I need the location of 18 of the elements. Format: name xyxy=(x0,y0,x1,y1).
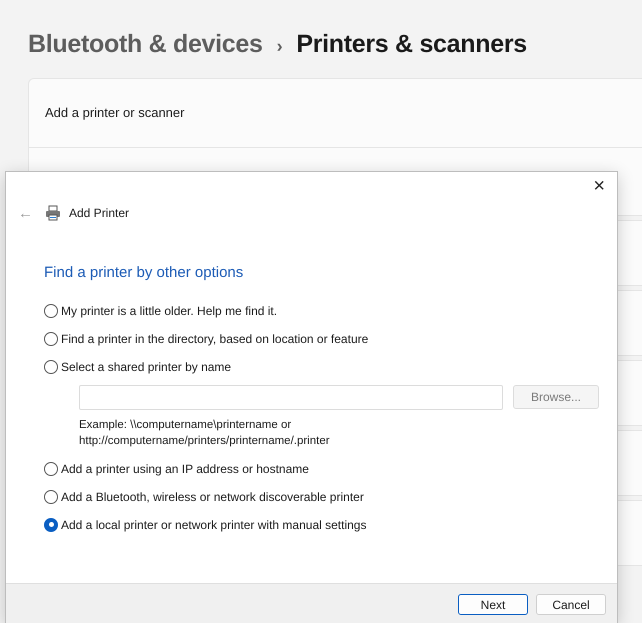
example-text: Example: \\computername\printername or http://computername/printers/printername/.printer xyxy=(79,418,331,448)
dialog-heading: Find a printer by other options xyxy=(44,263,244,283)
cancel-button[interactable]: Cancel xyxy=(536,594,606,615)
radio-option[interactable]: Add a local printer or network printer with manual settings xyxy=(44,510,617,538)
radio-option[interactable]: Add a Bluetooth, wireless or network discoverable printer xyxy=(44,482,617,510)
breadcrumb-link[interactable]: Bluetooth & devices xyxy=(28,30,263,58)
page-title: Printers & scanners xyxy=(296,30,527,58)
settings-row-label[interactable]: Add a printer or scanner xyxy=(45,103,184,123)
radio-option[interactable]: Add a printer using an IP address or hostname xyxy=(44,454,617,482)
chevron-icon: › xyxy=(276,36,282,56)
next-button[interactable]: Next xyxy=(458,594,528,615)
dialog-title: Add Printer xyxy=(69,205,130,222)
radio-option[interactable]: My printer is a little older. Help me find it. xyxy=(44,296,617,324)
radio-option[interactable]: Find a printer in the directory, based on location or feature xyxy=(44,324,617,352)
close-button[interactable]: × xyxy=(589,174,609,198)
radio-option[interactable]: Select a shared printer by name xyxy=(44,352,617,380)
printer-icon xyxy=(45,205,61,221)
printer-name-field[interactable] xyxy=(79,384,503,410)
